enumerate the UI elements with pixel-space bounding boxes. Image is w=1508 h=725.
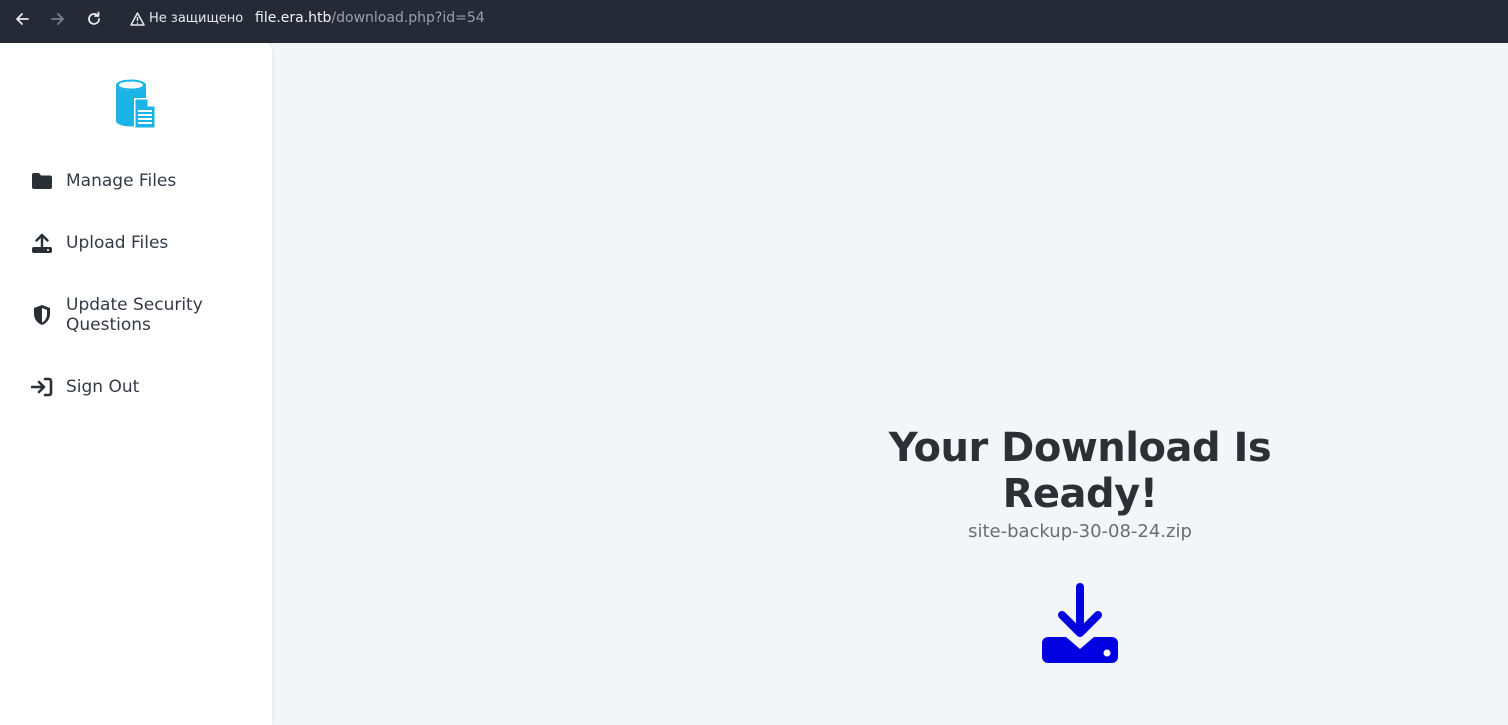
arrow-right-icon	[51, 13, 64, 25]
download-button[interactable]	[1038, 583, 1122, 667]
browser-toolbar: Не защищено file.era.htb/download.php?id…	[0, 0, 1508, 43]
database-file-icon	[116, 79, 156, 129]
warning-icon	[130, 11, 145, 26]
security-label: Не защищено	[149, 11, 244, 26]
sidebar-item-upload-files[interactable]: Upload Files	[31, 233, 236, 254]
sidebar-item-label: Manage Files	[66, 171, 177, 191]
app-logo[interactable]	[114, 78, 158, 130]
sign-out-icon	[31, 376, 53, 398]
folder-icon	[31, 170, 53, 192]
sidebar-item-label: Update Security Questions	[66, 295, 203, 335]
main-content: Your Download Is Ready! site-backup-30-0…	[272, 43, 1508, 725]
reload-icon	[88, 11, 100, 25]
sidebar-item-update-security-questions[interactable]: Update Security Questions	[31, 295, 236, 335]
download-filename: site-backup-30-08-24.zip	[968, 521, 1192, 542]
reload-button[interactable]	[82, 7, 106, 31]
address-bar[interactable]: file.era.htb/download.php?id=54	[255, 10, 485, 26]
sidebar: Manage Files Upload Files Update Securit…	[0, 43, 272, 725]
url-path: /download.php?id=54	[331, 10, 485, 26]
sidebar-item-label: Sign Out	[66, 377, 140, 397]
download-icon	[1042, 583, 1118, 663]
page-title: Your Download Is Ready!	[888, 425, 1272, 517]
security-indicator[interactable]: Не защищено	[130, 11, 243, 26]
sidebar-item-sign-out[interactable]: Sign Out	[31, 377, 236, 398]
forward-button[interactable]	[46, 7, 70, 31]
back-button[interactable]	[10, 7, 34, 31]
sidebar-item-manage-files[interactable]: Manage Files	[31, 171, 236, 192]
shield-icon	[31, 304, 53, 326]
sidebar-item-label: Upload Files	[66, 233, 169, 253]
upload-icon	[31, 232, 53, 254]
url-host: file.era.htb	[255, 10, 332, 26]
arrow-left-icon	[16, 13, 29, 25]
